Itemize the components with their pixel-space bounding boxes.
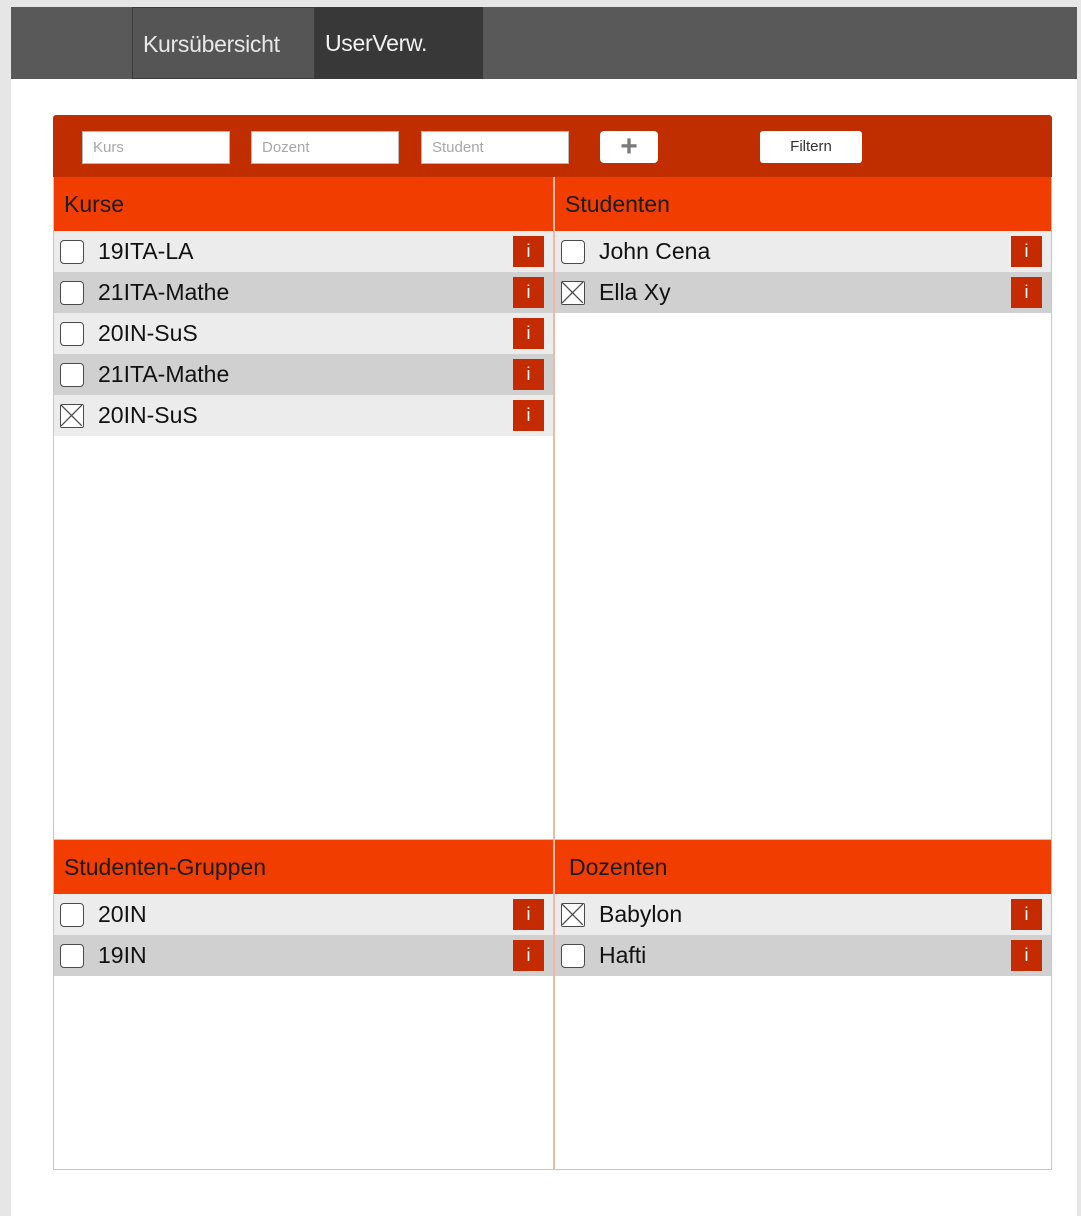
info-icon[interactable]: i	[513, 277, 544, 308]
list-item[interactable]: 20IN-SuS i	[54, 313, 553, 354]
studenten-section: Studenten John Cena i Ella Xy i	[554, 177, 1052, 840]
list-item[interactable]: John Cena i	[555, 231, 1051, 272]
add-button[interactable]: +	[600, 131, 658, 163]
list-item[interactable]: 20IN-SuS i	[54, 395, 553, 436]
kurse-section: Kurse 19ITA-LA i 21ITA-Mathe i 20IN-SuS i 21IT…	[53, 177, 554, 840]
gruppen-section: Studenten-Gruppen 20IN i 19IN i	[53, 840, 554, 1170]
dozent-input[interactable]	[251, 131, 399, 164]
info-icon[interactable]: i	[1011, 940, 1042, 971]
list-item-label: John Cena	[599, 238, 711, 264]
cross-icon	[562, 281, 583, 303]
checkbox[interactable]	[60, 943, 84, 968]
info-icon[interactable]: i	[513, 400, 544, 431]
list-item[interactable]: Babylon i	[555, 894, 1051, 935]
cross-icon	[61, 404, 82, 426]
checkbox-checked[interactable]	[60, 403, 84, 428]
info-icon[interactable]: i	[513, 236, 544, 267]
list-item[interactable]: 19IN i	[54, 935, 553, 976]
checkbox[interactable]	[60, 239, 84, 264]
gruppen-header: Studenten-Gruppen	[54, 840, 553, 894]
list-item[interactable]: 20IN i	[54, 894, 553, 935]
kurs-input[interactable]	[82, 131, 230, 164]
plus-icon: +	[620, 130, 638, 163]
info-icon[interactable]: i	[513, 318, 544, 349]
info-icon[interactable]: i	[513, 940, 544, 971]
checkbox[interactable]	[561, 943, 585, 968]
kurse-header: Kurse	[54, 177, 553, 231]
tab-userverwaltung[interactable]: UserVerw.	[315, 7, 483, 79]
list-item[interactable]: Ella Xy i	[555, 272, 1051, 313]
cross-icon	[562, 903, 583, 925]
checkbox-checked[interactable]	[561, 280, 585, 305]
list-item-label: 20IN-SuS	[98, 320, 198, 346]
checkbox[interactable]	[60, 321, 84, 346]
list-item-label: Babylon	[599, 901, 683, 927]
tab-kursuebersicht[interactable]: Kursübersicht	[132, 7, 315, 79]
list-item[interactable]: 21ITA-Mathe i	[54, 272, 553, 313]
info-icon[interactable]: i	[1011, 236, 1042, 267]
student-input[interactable]	[421, 131, 569, 164]
info-icon[interactable]: i	[1011, 899, 1042, 930]
list-item-label: Hafti	[599, 942, 647, 968]
top-navigation: Kursübersicht UserVerw.	[11, 7, 1077, 79]
course-panel: + Filtern Kurse 19ITA-LAi21ITA-Mathei20I…	[53, 115, 1052, 1170]
checkbox[interactable]	[60, 902, 84, 927]
list-item-label: 21ITA-Mathe	[98, 361, 230, 387]
list-item[interactable]: Hafti i	[555, 935, 1051, 976]
filter-button[interactable]: Filtern	[760, 131, 862, 163]
checkbox[interactable]	[561, 239, 585, 264]
checkbox[interactable]	[60, 280, 84, 305]
list-item-label: Ella Xy	[599, 279, 671, 305]
dozenten-section: Dozenten Babylon i Hafti i	[554, 840, 1052, 1170]
list-item-label: 19IN	[98, 942, 147, 968]
studenten-header: Studenten	[555, 177, 1051, 231]
info-icon[interactable]: i	[513, 899, 544, 930]
checkbox[interactable]	[60, 362, 84, 387]
info-icon[interactable]: i	[1011, 277, 1042, 308]
list-item[interactable]: 21ITA-Mathe i	[54, 354, 553, 395]
list-item[interactable]: 19ITA-LA i	[54, 231, 553, 272]
info-icon[interactable]: i	[513, 359, 544, 390]
list-item-label: 21ITA-Mathe	[98, 279, 230, 305]
list-item-label: 20IN	[98, 901, 147, 927]
app-page: Kursübersicht UserVerw. + Filtern Kurse …	[11, 7, 1077, 1216]
checkbox-checked[interactable]	[561, 902, 585, 927]
filter-bar: + Filtern	[53, 115, 1052, 177]
dozenten-header: Dozenten	[555, 840, 1051, 894]
list-item-label: 19ITA-LA	[98, 238, 194, 264]
list-item-label: 20IN-SuS	[98, 402, 198, 428]
